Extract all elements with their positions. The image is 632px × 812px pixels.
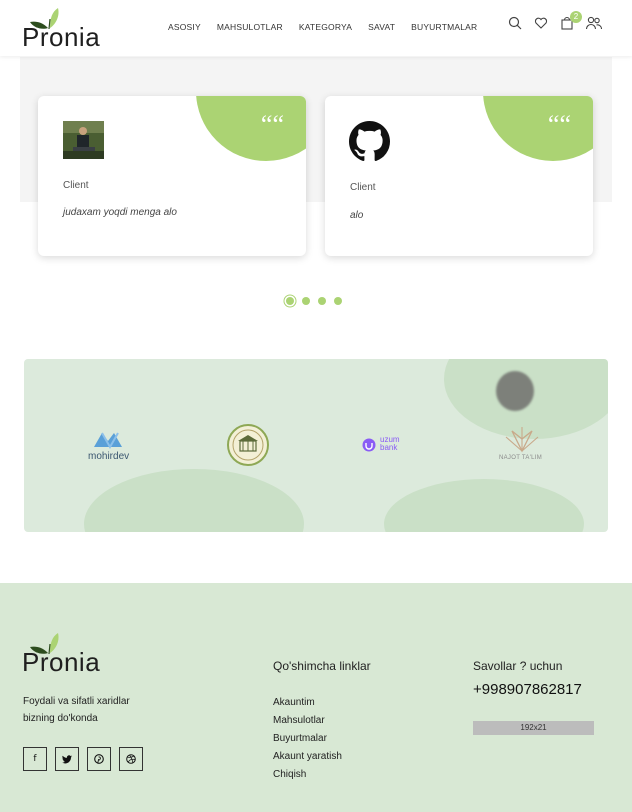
partner-logo-uzum[interactable]: uzum bank	[362, 435, 412, 455]
slider-dot[interactable]	[302, 297, 310, 305]
pinterest-icon[interactable]	[87, 747, 111, 771]
nav-item-asosiy[interactable]: ASOSIY	[168, 22, 201, 32]
cart-icon[interactable]: 2	[560, 11, 582, 32]
main-nav: ASOSIY MAHSULOTLAR KATEGORYA SAVAT BUYUR…	[168, 22, 493, 32]
client-role: Client	[350, 182, 376, 193]
facebook-icon[interactable]: f	[23, 747, 47, 771]
slider-dot[interactable]	[318, 297, 326, 305]
partner-name: uzum bank	[380, 435, 400, 452]
nav-item-mahsulotlar[interactable]: MAHSULOTLAR	[217, 22, 283, 32]
partner-logo-mohirdev[interactable]: mohirdev	[88, 429, 148, 465]
github-icon	[349, 121, 390, 162]
slider-dot[interactable]	[334, 297, 342, 305]
heart-icon[interactable]	[534, 16, 550, 32]
footer-description: Foydali va sifatli xaridlar bizning do'k…	[23, 696, 130, 724]
site-header: Pronia ASOSIY MAHSULOTLAR KATEGORYA SAVA…	[0, 0, 632, 56]
footer-link-mahsulotlar[interactable]: Mahsulotlar	[273, 712, 342, 730]
twitter-icon[interactable]	[55, 747, 79, 771]
footer-link-chiqish[interactable]: Chiqish	[273, 766, 342, 784]
uzum-icon	[362, 438, 376, 452]
logo[interactable]: Pronia	[22, 8, 102, 52]
nav-item-buyurtmalar[interactable]: BUYURTMALAR	[411, 22, 477, 32]
client-avatar	[63, 121, 104, 159]
contact-heading: Savollar ? uchun	[473, 659, 563, 673]
background-blob	[384, 479, 584, 532]
contact-phone[interactable]: +998907862817	[473, 681, 582, 698]
footer-links: Akauntim Mahsulotlar Buyurtmalar Akaunt …	[273, 694, 342, 784]
site-footer: Pronia Foydali va sifatli xaridlar bizni…	[0, 583, 632, 812]
dribbble-icon[interactable]	[119, 747, 143, 771]
najot-talim-icon	[505, 427, 539, 453]
quote-icon: ““	[547, 110, 571, 139]
blurred-shape	[496, 371, 534, 411]
partner-name: NAJOT TA'LIM	[499, 455, 543, 461]
nav-item-savat[interactable]: SAVAT	[368, 22, 395, 32]
footer-link-buyurtmalar[interactable]: Buyurtmalar	[273, 730, 342, 748]
client-role: Client	[63, 180, 89, 191]
partner-logo-seal[interactable]	[226, 423, 270, 467]
header-icons: 2	[508, 11, 603, 32]
testimonial-card: ““ Client alo	[325, 96, 593, 256]
partner-name: mohirdev	[88, 451, 130, 462]
nav-item-kategorya[interactable]: KATEGORYA	[299, 22, 352, 32]
seal-emblem-icon	[227, 424, 269, 466]
partners-strip: mohirdev uzum bank NAJOT TA'LIM	[24, 359, 608, 532]
footer-link-akaunt-yaratish[interactable]: Akaunt yaratish	[273, 748, 342, 766]
slider-dot[interactable]	[286, 297, 294, 305]
logo-text: Pronia	[22, 647, 101, 677]
footer-link-akauntim[interactable]: Akauntim	[273, 694, 342, 712]
users-icon[interactable]	[585, 16, 603, 32]
search-icon[interactable]	[508, 16, 524, 32]
quote-badge	[196, 96, 306, 161]
quote-badge	[483, 96, 593, 161]
links-heading: Qo'shimcha linklar	[273, 659, 371, 673]
testimonial-text: alo	[350, 210, 364, 221]
partner-logo-najot[interactable]: NAJOT TA'LIM	[498, 425, 548, 465]
quote-icon: ““	[260, 110, 284, 139]
background-blob	[84, 469, 304, 532]
cart-count-badge: 2	[570, 11, 582, 23]
footer-logo[interactable]: Pronia	[22, 633, 102, 677]
slider-pagination	[286, 297, 342, 305]
image-placeholder: 192x21	[473, 721, 594, 735]
logo-text: Pronia	[22, 22, 101, 52]
testimonial-text: judaxam yoqdi menga alo	[63, 207, 177, 218]
mohirdev-icon	[94, 432, 122, 449]
social-links: f	[23, 747, 143, 771]
testimonial-card: ““ Client judaxam yoqdi menga alo	[38, 96, 306, 256]
